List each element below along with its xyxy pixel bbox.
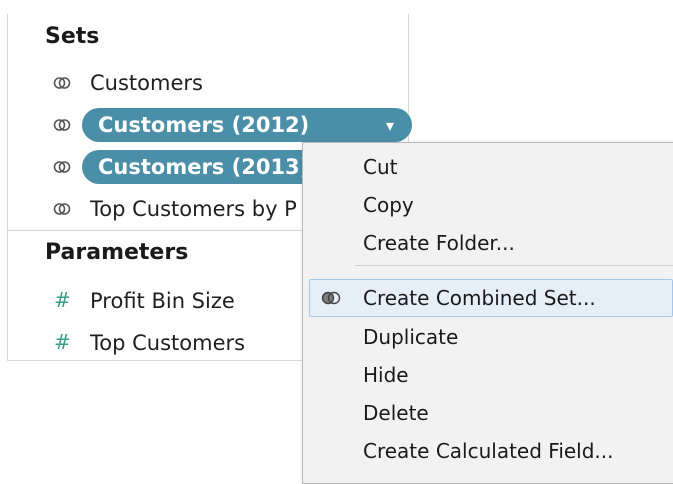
menu-separator: [355, 265, 673, 266]
set-item-label: Customers: [90, 71, 203, 95]
menu-item-label: Create Calculated Field...: [363, 439, 614, 463]
menu-item-label: Copy: [363, 193, 414, 217]
menu-item-label: Create Folder...: [363, 231, 515, 255]
set-icon: [53, 161, 71, 173]
menu-item-label: Cut: [363, 155, 398, 179]
selected-pill[interactable]: Customers (2013): [82, 150, 322, 184]
context-menu: Cut Copy Create Folder... Create Combine…: [302, 142, 673, 484]
set-item-label: Top Customers by P: [90, 197, 297, 221]
set-item-label: Customers (2012): [98, 113, 310, 137]
menu-item-delete[interactable]: Delete: [303, 395, 673, 431]
menu-item-cut[interactable]: Cut: [303, 149, 673, 185]
set-item-label: Customers (2013): [98, 155, 310, 179]
sets-header: Sets: [45, 24, 100, 49]
menu-item-hide[interactable]: Hide: [303, 357, 673, 393]
parameter-item-label: Top Customers: [90, 331, 246, 355]
chevron-down-icon[interactable]: ▾: [386, 116, 394, 135]
menu-item-label: Delete: [363, 401, 429, 425]
menu-item-create-calculated-field[interactable]: Create Calculated Field...: [303, 433, 673, 469]
menu-item-label: Create Combined Set...: [363, 286, 596, 310]
combined-set-icon: [321, 291, 341, 305]
parameter-item-label: Profit Bin Size: [90, 289, 235, 313]
menu-item-create-combined-set[interactable]: Create Combined Set...: [309, 279, 673, 317]
set-icon: [53, 203, 71, 215]
parameters-header: Parameters: [45, 240, 189, 265]
number-icon: #: [54, 330, 71, 354]
number-icon: #: [54, 288, 71, 312]
menu-item-label: Hide: [363, 363, 409, 387]
set-icon: [53, 77, 71, 89]
selected-pill[interactable]: Customers (2012) ▾: [82, 108, 412, 142]
menu-item-duplicate[interactable]: Duplicate: [303, 319, 673, 355]
set-icon: [53, 119, 71, 131]
menu-item-copy[interactable]: Copy: [303, 187, 673, 223]
menu-item-label: Duplicate: [363, 325, 459, 349]
menu-item-create-folder[interactable]: Create Folder...: [303, 225, 673, 261]
